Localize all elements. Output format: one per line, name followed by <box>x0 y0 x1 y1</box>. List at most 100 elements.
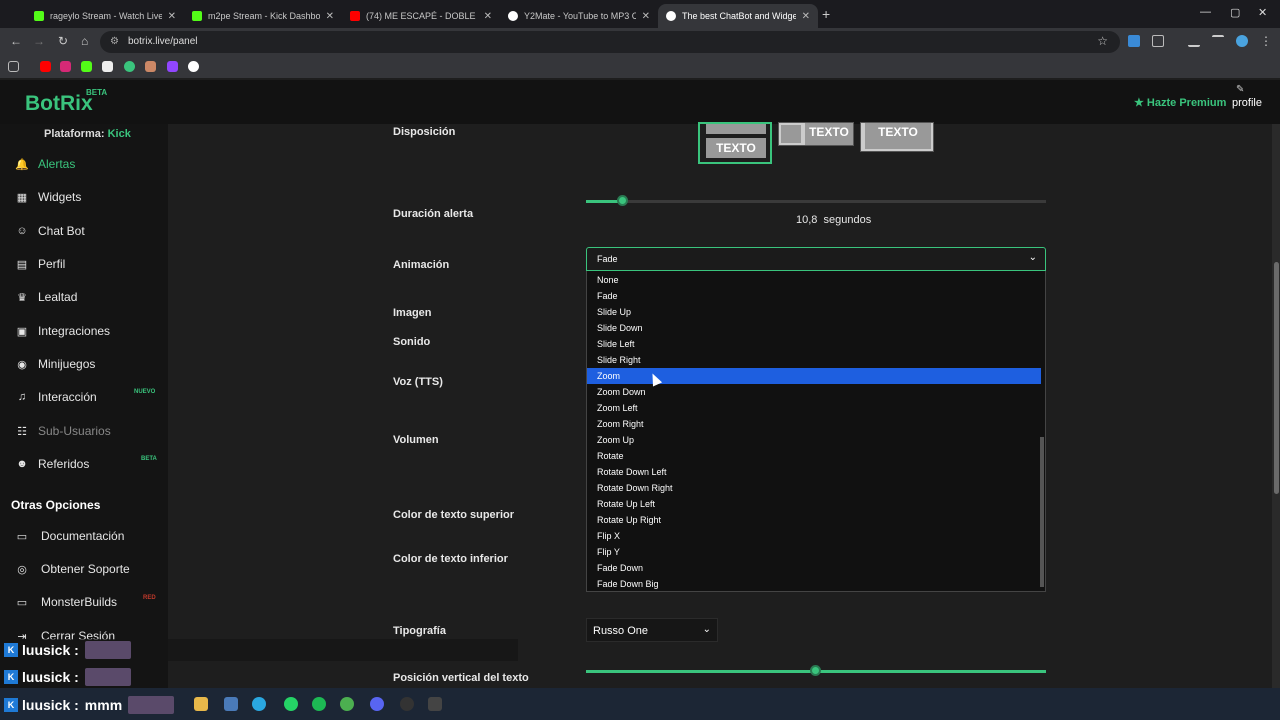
twitch-icon[interactable] <box>167 61 178 72</box>
animacion-option[interactable]: Slide Left <box>587 336 1041 352</box>
layout-text: TEXTO <box>805 123 853 145</box>
layout-option-selected[interactable]: TEXTO <box>698 122 772 164</box>
back-icon[interactable]: ← <box>10 34 22 48</box>
site-info-icon[interactable]: ⚙ <box>110 36 119 47</box>
animacion-option[interactable]: Fade <box>587 288 1041 304</box>
animacion-option[interactable]: Rotate Down Right <box>587 480 1041 496</box>
spotify-icon[interactable] <box>312 697 326 711</box>
bookmark-icon[interactable] <box>145 61 156 72</box>
layout-option[interactable]: TEXTO <box>860 122 934 152</box>
sidebar-item-perfil[interactable]: ▤ Perfil <box>14 254 66 274</box>
bookmark-star-icon[interactable]: ☆ <box>1097 34 1108 48</box>
discord-icon[interactable] <box>370 697 384 711</box>
sidebar-item-integraciones[interactable]: ▣ Integraciones <box>14 321 110 341</box>
animacion-option[interactable]: Flip X <box>587 528 1041 544</box>
animacion-option[interactable]: Rotate Up Left <box>587 496 1041 512</box>
apps-grid-icon[interactable] <box>8 61 19 72</box>
media-icon[interactable] <box>1212 35 1224 47</box>
avatar[interactable] <box>1236 35 1248 47</box>
animacion-option[interactable]: Slide Up <box>587 304 1041 320</box>
browser-toolbar: ← → ↻ ⌂ ⚙ botrix.live/panel ☆ ⋮ <box>0 28 1280 56</box>
browser-tab-active[interactable]: The best ChatBot and Widgets ✕ <box>658 4 818 28</box>
dropdown-scrollbar[interactable] <box>1040 437 1044 587</box>
sidebar-item-chat-bot[interactable]: ☺ Chat Bot <box>14 221 84 241</box>
close-icon[interactable]: ✕ <box>326 11 334 22</box>
obs-icon[interactable] <box>400 697 414 711</box>
animacion-option[interactable]: Fade Down Big <box>587 576 1041 592</box>
extension-icon[interactable] <box>1128 35 1140 47</box>
scrollbar-thumb[interactable] <box>1274 262 1279 494</box>
botrix-logo[interactable]: BotRix <box>25 92 93 116</box>
duracion-slider[interactable] <box>586 200 1046 203</box>
animacion-option[interactable]: Flip Y <box>587 544 1041 560</box>
premium-link[interactable]: ★ Hazte Premium <box>1134 96 1226 109</box>
close-icon[interactable]: ✕ <box>484 11 492 22</box>
youtube-icon[interactable] <box>40 61 51 72</box>
telegram-icon[interactable] <box>252 697 266 711</box>
animacion-option[interactable]: Slide Right <box>587 352 1041 368</box>
animacion-option[interactable]: None <box>587 272 1041 288</box>
extensions-puzzle-icon[interactable] <box>1152 35 1164 47</box>
forward-icon[interactable]: → <box>33 34 45 48</box>
xbox-icon[interactable] <box>124 61 135 72</box>
sidebar-item-label: Obtener Soporte <box>41 562 130 576</box>
sidebar-item-obtener-soporte[interactable]: ◎ Obtener Soporte <box>14 559 130 579</box>
otras-opciones-heading: Otras Opciones <box>11 498 101 512</box>
duracion-slider-handle[interactable] <box>616 195 628 206</box>
instagram-icon[interactable] <box>60 61 71 72</box>
animacion-selected-value: Fade <box>597 254 618 264</box>
tipografia-label: Tipografía <box>393 625 446 637</box>
download-icon[interactable] <box>1188 35 1200 47</box>
tipografia-select[interactable]: Russo One ⌄ <box>586 618 718 642</box>
folder-icon[interactable] <box>194 697 208 711</box>
posicion-slider-handle[interactable] <box>810 665 821 676</box>
new-tab-icon[interactable]: + <box>822 6 830 22</box>
browser-tab[interactable]: (74) ME ESCAPÉ - DOBLE P x LA ✕ <box>342 4 500 28</box>
reload-icon[interactable]: ↻ <box>58 34 68 48</box>
minimize-icon[interactable]: — <box>1200 6 1211 18</box>
close-icon[interactable]: ✕ <box>642 11 650 22</box>
maximize-icon[interactable]: ▢ <box>1230 6 1240 19</box>
sidebar-item-alertas[interactable]: 🔔 Alertas <box>14 154 75 174</box>
animacion-option[interactable]: Zoom Left <box>587 400 1041 416</box>
chat-line: K luusick : <box>0 639 518 661</box>
bookmark-icon[interactable] <box>188 61 199 72</box>
address-bar[interactable]: ⚙ botrix.live/panel ☆ <box>100 31 1120 53</box>
sidebar-item-monsterbuilds[interactable]: ▭ MonsterBuilds <box>14 592 117 612</box>
browser-tab[interactable]: Y2Mate - YouTube to MP3 Conv ✕ <box>500 4 658 28</box>
chrome-icon[interactable] <box>340 697 354 711</box>
animacion-option[interactable]: Rotate Down Left <box>587 464 1041 480</box>
kick-icon[interactable] <box>81 61 92 72</box>
animacion-option[interactable]: Zoom Up <box>587 432 1041 448</box>
sidebar-item-interacci-n[interactable]: ♫ Interacción <box>14 387 97 407</box>
browser-tab[interactable]: m2pe Stream - Kick Dashboard ✕ <box>184 4 342 28</box>
animacion-option[interactable]: Rotate <box>587 448 1041 464</box>
whatsapp-icon[interactable] <box>284 697 298 711</box>
app-icon[interactable] <box>428 697 442 711</box>
x-icon[interactable] <box>102 61 113 72</box>
animacion-option[interactable]: Zoom Down <box>587 384 1041 400</box>
menu-icon[interactable]: ⋮ <box>1260 34 1272 48</box>
sidebar-item-lealtad[interactable]: ♛ Lealtad <box>14 287 77 307</box>
animacion-option[interactable]: Fade Down <box>587 560 1041 576</box>
home-icon[interactable]: ⌂ <box>81 34 88 48</box>
animacion-option[interactable]: Zoom Right <box>587 416 1041 432</box>
sidebar-item-referidos[interactable]: ☻ Referidos <box>14 454 89 474</box>
steam-icon[interactable] <box>224 697 238 711</box>
animacion-select[interactable]: Fade ⌄ <box>586 247 1046 271</box>
browser-tab[interactable]: rageylo Stream - Watch Live on ✕ <box>26 4 184 28</box>
sidebar-item-minijuegos[interactable]: ◉ Minijuegos <box>14 354 95 374</box>
animacion-option[interactable]: Rotate Up Right <box>587 512 1041 528</box>
layout-option[interactable]: TEXTO <box>778 122 854 146</box>
profile-link[interactable]: profile <box>1232 97 1262 109</box>
sidebar-item-widgets[interactable]: ▦ Widgets <box>14 187 82 207</box>
sidebar-item-documentaci-n[interactable]: ▭ Documentación <box>14 526 125 546</box>
kick-badge-icon: K <box>4 670 18 684</box>
id-card-icon: ▤ <box>16 258 28 271</box>
animacion-option[interactable]: Slide Down <box>587 320 1041 336</box>
close-icon[interactable]: ✕ <box>168 11 176 22</box>
sidebar-item-sub-usuarios[interactable]: ☷ Sub-Usuarios <box>14 421 111 441</box>
close-window-icon[interactable]: ✕ <box>1258 6 1267 19</box>
close-icon[interactable]: ✕ <box>802 11 810 22</box>
animacion-label: Animación <box>393 259 450 271</box>
